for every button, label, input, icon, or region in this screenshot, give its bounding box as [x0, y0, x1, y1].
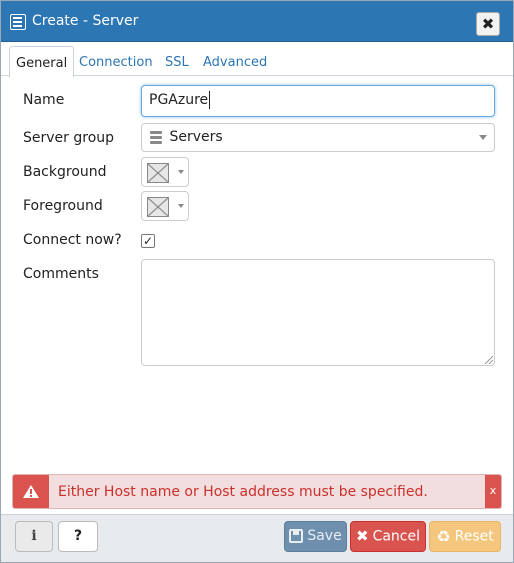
tab-general[interactable]: General: [9, 46, 75, 78]
save-button[interactable]: Save: [284, 521, 347, 552]
dialog-titlebar[interactable]: Create - Server ✖: [1, 1, 513, 42]
recycle-icon: ♻: [436, 527, 451, 546]
tab-advanced[interactable]: Advanced: [197, 49, 273, 75]
create-server-dialog: Create - Server ✖ General Connection SSL…: [0, 0, 514, 563]
server-group-select[interactable]: Servers: [141, 123, 495, 152]
chevron-down-icon: [479, 135, 487, 140]
cancel-button-label: Cancel: [372, 528, 420, 545]
empty-color-swatch-icon: [147, 163, 169, 183]
servers-icon: [150, 130, 162, 144]
dialog-footer: i ? Save ✖ Cancel ♻ Reset: [1, 514, 513, 562]
resize-grip-icon[interactable]: [485, 356, 493, 364]
close-icon: ✖: [355, 527, 369, 545]
comments-textarea[interactable]: [141, 259, 495, 366]
connect-now-label: Connect now?: [23, 232, 122, 248]
background-label: Background: [23, 164, 107, 180]
tab-connection[interactable]: Connection: [73, 49, 159, 75]
connect-now-checkbox[interactable]: ✓: [141, 234, 155, 248]
name-input-value: PGAzure: [149, 92, 209, 108]
reset-button[interactable]: ♻ Reset: [429, 521, 501, 552]
chevron-down-icon: [178, 170, 184, 174]
comments-label: Comments: [23, 266, 99, 282]
chevron-down-icon: [178, 204, 184, 208]
server-icon: [10, 14, 26, 30]
close-button[interactable]: ✖: [476, 12, 500, 36]
tab-bar: General Connection SSL Advanced: [1, 42, 513, 78]
name-input[interactable]: PGAzure: [141, 85, 495, 117]
server-group-label: Server group: [23, 130, 115, 146]
warning-icon: [13, 475, 49, 508]
info-button[interactable]: i: [15, 521, 53, 552]
empty-color-swatch-icon: [147, 197, 169, 217]
error-alert: Either Host name or Host address must be…: [12, 474, 502, 509]
text-cursor: [209, 91, 211, 109]
save-button-label: Save: [307, 528, 342, 544]
cancel-button[interactable]: ✖ Cancel: [350, 521, 426, 552]
background-color-picker[interactable]: [141, 157, 189, 187]
foreground-color-picker[interactable]: [141, 191, 189, 221]
tab-ssl[interactable]: SSL: [159, 49, 195, 75]
alert-close-button[interactable]: x: [485, 475, 501, 508]
help-button[interactable]: ?: [58, 521, 98, 552]
floppy-disk-icon: [289, 529, 304, 543]
name-label: Name: [23, 92, 65, 108]
server-group-value: Servers: [169, 129, 223, 145]
error-message: Either Host name or Host address must be…: [58, 484, 428, 500]
reset-button-label: Reset: [454, 528, 494, 545]
dialog-title: Create - Server: [32, 13, 139, 29]
foreground-label: Foreground: [23, 198, 103, 214]
